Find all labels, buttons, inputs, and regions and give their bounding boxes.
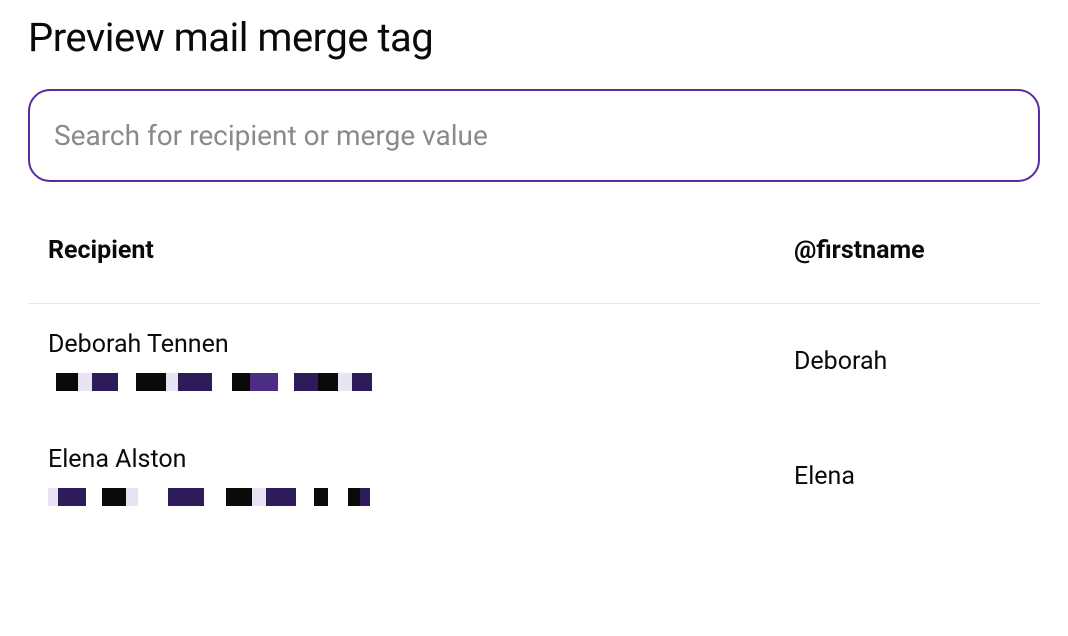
firstname-value: Deborah <box>794 347 1020 376</box>
recipient-name: Deborah Tennen <box>48 330 794 359</box>
table-header: Recipient @firstname <box>28 236 1040 304</box>
search-container[interactable] <box>28 89 1040 182</box>
firstname-value: Elena <box>794 462 1020 491</box>
table-row: Elena Alston Elena <box>28 419 1040 534</box>
search-input[interactable] <box>54 119 1014 152</box>
page-title: Preview mail merge tag <box>28 14 1040 61</box>
recipient-email-redacted <box>48 371 428 393</box>
recipient-name: Elena Alston <box>48 445 794 474</box>
header-firstname: @firstname <box>794 236 925 265</box>
recipients-table: Recipient @firstname Deborah Tennen <box>28 236 1040 534</box>
recipient-email-redacted <box>48 486 428 508</box>
header-recipient: Recipient <box>48 236 154 265</box>
table-row: Deborah Tennen Deborah <box>28 304 1040 419</box>
